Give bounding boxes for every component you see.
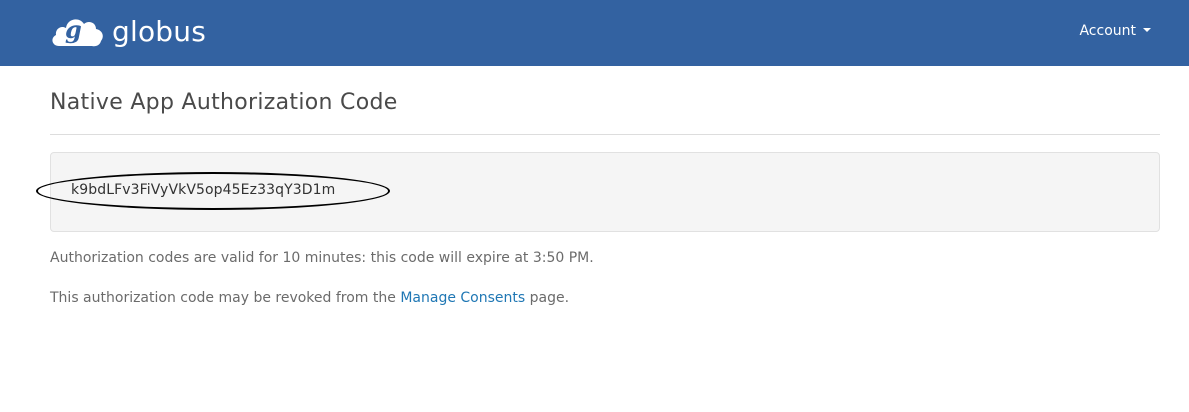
- revoke-text: This authorization code may be revoked f…: [50, 289, 569, 307]
- authorization-code[interactable]: k9bdLFv3FiVyVkV5op45Ez33qY3D1m: [71, 181, 335, 199]
- validity-text: Authorization codes are valid for 10 min…: [50, 250, 594, 266]
- account-dropdown-toggle[interactable]: Account: [1079, 22, 1151, 40]
- svg-text:g: g: [65, 15, 82, 44]
- revoke-text-after: page.: [525, 290, 570, 306]
- top-navbar: g globus Account: [0, 0, 1189, 66]
- title-divider: [50, 134, 1160, 135]
- caret-down-icon: [1143, 27, 1151, 32]
- brand-home-link[interactable]: g globus: [49, 11, 206, 55]
- globus-cloud-logo-icon: g: [52, 15, 103, 47]
- manage-consents-link[interactable]: Manage Consents: [400, 290, 525, 306]
- account-label: Account: [1079, 23, 1136, 39]
- page-title: Native App Authorization Code: [50, 90, 398, 115]
- authorization-code-well: k9bdLFv3FiVyVkV5op45Ez33qY3D1m: [36, 152, 1160, 232]
- brand-name: globus: [112, 15, 206, 48]
- revoke-text-before: This authorization code may be revoked f…: [50, 290, 401, 306]
